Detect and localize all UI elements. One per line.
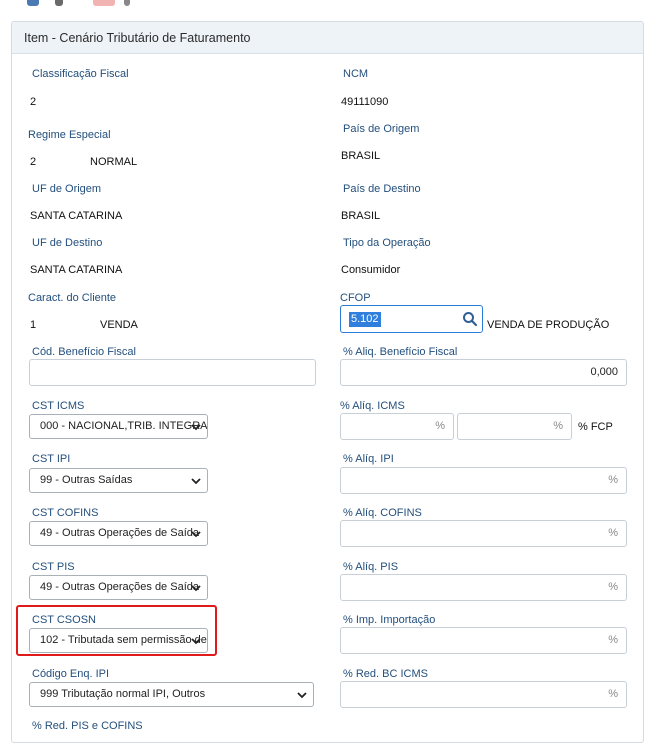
cod-enq-ipi-label: Código Enq. IPI	[32, 668, 110, 680]
uf-origem-label: UF de Origem	[32, 183, 102, 195]
aliq-pis-input[interactable]: %	[340, 574, 627, 601]
cst-pis-value: 49 - Outras Operações de Saída	[40, 581, 199, 593]
aliq-icms-label: % Alíq. ICMS	[340, 400, 405, 412]
chevron-down-icon	[297, 692, 307, 699]
save-icon[interactable]	[27, 0, 39, 6]
tag-icon[interactable]	[124, 0, 130, 6]
panel-title: Item - Cenário Tributário de Faturamento	[12, 22, 643, 54]
red-pis-cofins-label: % Red. PIS e COFINS	[32, 720, 143, 732]
cfop-value: 5.102	[349, 312, 381, 327]
uf-destino-value: SANTA CATARINA	[30, 264, 123, 276]
chevron-down-icon	[191, 424, 201, 431]
cst-ipi-label: CST IPI	[32, 453, 71, 465]
cod-beneficio-input[interactable]	[29, 359, 316, 386]
tipo-operacao-value: Consumidor	[341, 264, 401, 276]
search-icon[interactable]	[55, 0, 63, 6]
classificacao-fiscal-label: Classificação Fiscal	[32, 68, 129, 80]
caract-cliente-code: 1	[30, 319, 37, 331]
cst-ipi-value: 99 - Outras Saídas	[40, 474, 133, 486]
ncm-label: NCM	[343, 68, 369, 80]
caract-cliente-value: VENDA	[100, 319, 138, 331]
pais-destino-label: País de Destino	[343, 183, 421, 195]
ncm-value: 49111090	[341, 96, 389, 108]
regime-especial-code: 2	[30, 156, 37, 168]
chevron-down-icon	[191, 638, 201, 645]
imp-importacao-input[interactable]: %	[340, 627, 627, 654]
caract-cliente-label: Caract. do Cliente	[28, 292, 117, 304]
cst-cofins-select[interactable]: 49 - Outras Operações de Saída	[29, 521, 208, 546]
cod-beneficio-label: Cód. Benefício Fiscal	[32, 346, 136, 358]
regime-especial-value: NORMAL	[90, 156, 138, 168]
cst-pis-select[interactable]: 49 - Outras Operações de Saída	[29, 575, 208, 600]
fcp-label: % FCP	[578, 421, 613, 433]
cst-icms-value: 000 - NACIONAL,TRIB. INTEGRALMENTE	[40, 420, 208, 432]
chevron-down-icon	[191, 585, 201, 592]
cfop-input[interactable]: 5.102	[340, 305, 483, 333]
aliq-ipi-input[interactable]: %	[340, 467, 627, 494]
cfop-label: CFOP	[340, 292, 371, 304]
cst-csosn-select[interactable]: 102 - Tributada sem permissão de crédito	[29, 628, 208, 653]
regime-especial-label: Regime Especial	[28, 129, 111, 141]
chevron-down-icon	[191, 531, 201, 538]
cst-icms-select[interactable]: 000 - NACIONAL,TRIB. INTEGRALMENTE	[29, 414, 208, 439]
cod-enq-ipi-select[interactable]: 999 Tributação normal IPI, Outros	[29, 682, 314, 707]
pais-destino-value: BRASIL	[341, 210, 381, 222]
aliq-icms-input[interactable]: %	[340, 413, 454, 440]
cst-pis-label: CST PIS	[32, 561, 75, 573]
aliq-ipi-label: % Alíq. IPI	[343, 453, 394, 465]
uf-origem-value: SANTA CATARINA	[30, 210, 123, 222]
red-bc-icms-input[interactable]: %	[340, 681, 627, 708]
fcp-input[interactable]: %	[457, 413, 572, 440]
tipo-operacao-label: Tipo da Operação	[343, 237, 431, 249]
aliq-pis-label: % Alíq. PIS	[343, 561, 399, 573]
pais-origem-value: BRASIL	[341, 150, 381, 162]
red-bc-icms-label: % Red. BC ICMS	[343, 668, 428, 680]
cfop-description: VENDA DE PRODUÇÃO	[487, 319, 610, 331]
chevron-down-icon	[191, 478, 201, 485]
aliq-beneficio-input[interactable]: 0,000	[340, 359, 627, 386]
cst-csosn-value: 102 - Tributada sem permissão de crédito	[40, 634, 207, 646]
top-toolbar	[0, 0, 657, 10]
cst-ipi-select[interactable]: 99 - Outras Saídas	[29, 468, 208, 493]
aliq-cofins-input[interactable]: %	[340, 520, 627, 547]
search-icon[interactable]	[462, 311, 478, 327]
cst-icms-label: CST ICMS	[32, 400, 85, 412]
aliq-beneficio-label: % Aliq. Benefício Fiscal	[343, 346, 458, 358]
imp-importacao-label: % Imp. Importação	[343, 614, 436, 626]
user-icon[interactable]	[93, 0, 115, 6]
cod-enq-ipi-value: 999 Tributação normal IPI, Outros	[40, 688, 206, 700]
cst-cofins-value: 49 - Outras Operações de Saída	[40, 527, 199, 539]
aliq-cofins-label: % Alíq. COFINS	[343, 507, 422, 519]
cst-csosn-label: CST CSOSN	[32, 614, 96, 626]
cst-cofins-label: CST COFINS	[32, 507, 99, 519]
uf-destino-label: UF de Destino	[32, 237, 103, 249]
pais-origem-label: País de Origem	[343, 123, 420, 135]
classificacao-fiscal-value: 2	[30, 96, 37, 108]
